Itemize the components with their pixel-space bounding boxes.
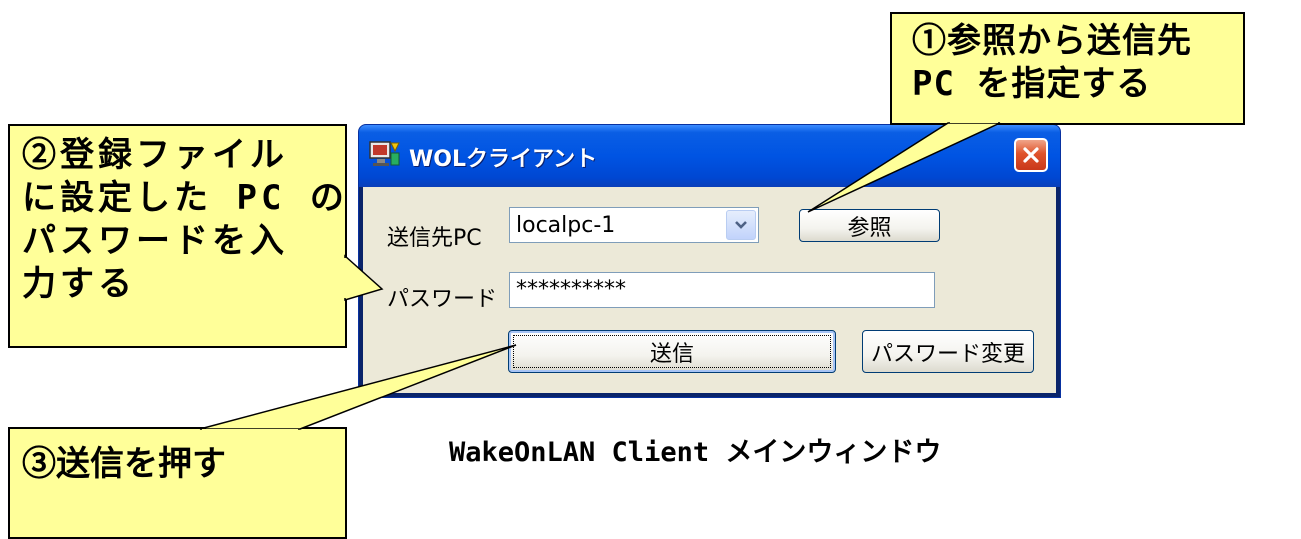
callout-2-line-3: パスワードを入 [22,221,288,261]
app-icon [369,141,400,166]
close-button[interactable] [1014,138,1048,172]
close-icon [1023,147,1039,163]
callout-step-2: ②登録ファイル に設定した PC の パスワードを入 力する [8,124,347,348]
callout-2-line-2: に設定した PC の [22,178,348,218]
password-input[interactable]: ********** [509,272,935,308]
password-value: ********** [516,277,626,302]
target-pc-label: 送信先PC [387,226,482,251]
target-pc-combobox[interactable]: localpc-1 [509,207,759,243]
chevron-down-icon [735,221,747,229]
send-button[interactable]: 送信 [508,330,836,373]
callout-1-line-2: PC を指定する [912,64,1152,104]
window-title: WOLクライアント [409,147,598,172]
password-label: パスワード [387,287,498,312]
browse-button[interactable]: 参照 [799,209,940,242]
dialog-client-area: 送信先PC localpc-1 参照 パスワード ********** 送信 パ… [363,187,1056,393]
target-pc-value: localpc-1 [516,213,616,238]
figure-caption: WakeOnLAN Client メインウィンドウ [449,437,942,468]
combobox-dropdown-button[interactable] [726,210,756,240]
title-bar[interactable]: WOLクライアント [359,125,1060,187]
callout-3-line-1: ③送信を押す [22,444,226,484]
callout-step-3: ③送信を押す [8,427,347,539]
callout-step-1: ①参照から送信先 PC を指定する [890,12,1245,125]
callout-2-line-1: ②登録ファイル [22,135,288,175]
callout-2-line-4: 力する [22,264,136,304]
callout-1-line-1: ①参照から送信先 [912,21,1192,61]
change-password-button[interactable]: パスワード変更 [862,330,1034,373]
wol-client-window: WOLクライアント 送信先PC localpc-1 参照 パスワード *****… [358,124,1061,398]
